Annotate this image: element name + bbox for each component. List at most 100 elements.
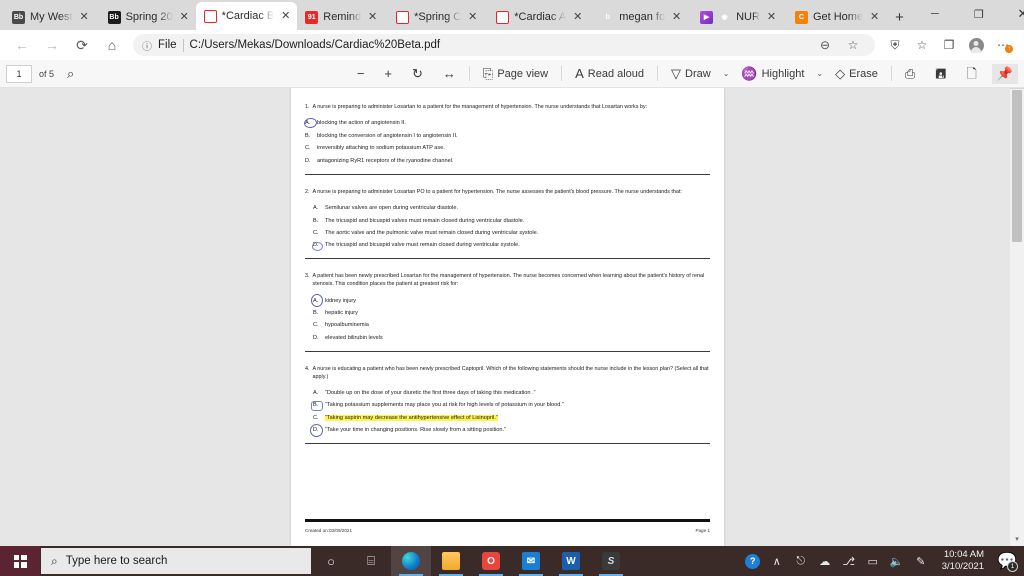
- tab-close-icon[interactable]: ✕: [765, 11, 778, 23]
- save-as-button[interactable]: 🗋: [961, 64, 981, 84]
- choice-item[interactable]: C. irreversibly attaching to sodium pota…: [305, 143, 710, 155]
- choice-item[interactable]: A. Semilunar valves are open during vent…: [313, 202, 710, 214]
- taskbar-app-office[interactable]: O: [471, 546, 511, 576]
- tab-close-icon[interactable]: ✕: [78, 11, 91, 23]
- browser-tab-7[interactable]: ▶ ◉ NUR ✕: [692, 4, 783, 30]
- forward-icon[interactable]: →: [38, 33, 66, 57]
- choice-item[interactable]: D. elevated bilirubin levels: [313, 332, 710, 344]
- choice-text: blocking the conversion of angiotensin I…: [317, 132, 458, 139]
- choice-item[interactable]: B. hepatic injury: [313, 307, 710, 319]
- choice-item[interactable]: A. kidney injury: [311, 293, 710, 307]
- cortana-icon[interactable]: ○: [311, 546, 351, 576]
- tab-close-icon[interactable]: ✕: [571, 11, 584, 23]
- zoom-out-icon[interactable]: ⊖: [812, 33, 838, 57]
- scroll-down-icon[interactable]: ▾: [1010, 532, 1024, 546]
- tracking-prevention-icon[interactable]: ⛨: [882, 33, 908, 57]
- browser-tab-6[interactable]: b megan fo ✕: [593, 4, 688, 30]
- choice-item[interactable]: A. blocking the action of angiotensin II…: [303, 117, 710, 130]
- page-number-input[interactable]: 1: [6, 64, 32, 83]
- taskbar-app-s[interactable]: S: [591, 546, 631, 576]
- clock[interactable]: 10:04 AM 3/10/2021: [934, 549, 992, 573]
- choice-label: A.: [313, 297, 319, 304]
- home-icon[interactable]: ⌂: [98, 33, 126, 57]
- choice-label: C.: [313, 229, 319, 236]
- choice-item[interactable]: D. “Take your time in changing positions…: [308, 422, 710, 438]
- taskbar-app-word[interactable]: W: [551, 546, 591, 576]
- erase-button[interactable]: ◇ Erase: [830, 64, 883, 84]
- settings-more-icon[interactable]: ⋯ ↑: [990, 33, 1016, 57]
- draw-button[interactable]: ▽ Draw: [666, 64, 716, 84]
- new-tab-button[interactable]: +: [886, 9, 913, 30]
- page-view-button[interactable]: ⎘ Page view: [478, 64, 553, 84]
- task-view-icon[interactable]: ⌸: [351, 546, 391, 576]
- choice-item[interactable]: C. hypoalbuminemia: [313, 320, 710, 332]
- favorites-icon[interactable]: ☆: [909, 33, 935, 57]
- start-button[interactable]: [0, 546, 40, 576]
- pdf-icon: PDF: [203, 9, 217, 23]
- browser-tab-8[interactable]: C Get Home ✕: [787, 4, 886, 30]
- app-s-icon: S: [602, 552, 620, 570]
- choice-item[interactable]: D. The tricuspid and bicuspid valve must…: [312, 240, 710, 252]
- tab-close-icon[interactable]: ✕: [279, 10, 292, 22]
- choice-item[interactable]: A. “Double up on the dose of your diuret…: [313, 387, 710, 399]
- choice-item[interactable]: D. antagonizing RyR1 receptors of the ry…: [305, 155, 710, 167]
- tray-overflow-icon[interactable]: ∧: [766, 546, 788, 576]
- tab-close-icon[interactable]: ✕: [366, 11, 379, 23]
- choice-item[interactable]: B. blocking the conversion of angiotensi…: [305, 130, 710, 142]
- choice-item[interactable]: B. The tricuspid and bicuspid valves mus…: [313, 215, 710, 227]
- address-input[interactable]: ⓘ File C:/Users/Mekas/Downloads/Cardiac%…: [133, 34, 875, 56]
- back-icon[interactable]: ←: [8, 33, 36, 57]
- choice-item[interactable]: B. “Taking potassium supplements may pla…: [311, 400, 710, 412]
- notification-center-button[interactable]: 💬 1: [994, 546, 1020, 576]
- profile-avatar[interactable]: [963, 33, 989, 57]
- taskbar-search-input[interactable]: ⌕ Type here to search: [41, 548, 311, 574]
- draw-options-chevron[interactable]: ⌄: [718, 64, 735, 84]
- choice-item[interactable]: C. “Taking aspirin may decrease the anti…: [313, 412, 710, 424]
- pin-toolbar-button[interactable]: 📌: [991, 63, 1018, 84]
- battery-icon[interactable]: ▭: [862, 546, 884, 576]
- browser-tab-3[interactable]: 91 Remind ✕: [297, 4, 384, 30]
- zoom-out-button[interactable]: −: [352, 64, 370, 84]
- info-icon: ⓘ: [142, 41, 152, 53]
- rotate-button[interactable]: ↻: [407, 64, 428, 84]
- taskbar-app-file-explorer[interactable]: [431, 546, 471, 576]
- browser-tab-4[interactable]: PDF *Spring C ✕: [388, 4, 484, 30]
- fit-page-button[interactable]: ↔: [438, 64, 461, 84]
- scrollbar-thumb[interactable]: [1012, 90, 1022, 242]
- add-favorite-icon[interactable]: ☆: [840, 33, 866, 57]
- browser-tab-1[interactable]: Bb Spring 20 ✕: [100, 4, 196, 30]
- taskbar-app-mail[interactable]: ✉: [511, 546, 551, 576]
- help-icon[interactable]: ?: [742, 546, 764, 576]
- close-window-button[interactable]: ✕: [1001, 0, 1024, 28]
- search-icon[interactable]: ⌕: [62, 64, 79, 84]
- microphone-icon[interactable]: ⎇: [838, 546, 860, 576]
- refresh-icon[interactable]: ⟳: [68, 33, 96, 57]
- display-icon[interactable]: ⎋: [790, 546, 812, 576]
- browser-tab-0[interactable]: Bb My West ✕: [4, 4, 96, 30]
- highlight-options-chevron[interactable]: ⌄: [811, 64, 828, 84]
- pen-icon[interactable]: ✎: [910, 546, 932, 576]
- save-button[interactable]: 🖪: [930, 64, 951, 84]
- tab-close-icon[interactable]: ✕: [670, 11, 683, 23]
- browser-tab-2-active[interactable]: PDF *Cardiac B ✕: [195, 2, 298, 30]
- highlight-icon: ♒: [741, 66, 758, 81]
- choice-text: The tricuspid and bicuspid valves must r…: [325, 217, 525, 224]
- onedrive-icon[interactable]: ☁: [814, 546, 836, 576]
- read-aloud-button[interactable]: A Read aloud: [570, 64, 649, 84]
- zoom-in-button[interactable]: +: [379, 64, 397, 84]
- print-button[interactable]: ⎙: [900, 64, 920, 84]
- clock-date: 3/10/2021: [941, 561, 984, 572]
- maximize-button[interactable]: ❐: [957, 0, 1001, 28]
- vertical-scrollbar[interactable]: ▾: [1010, 88, 1024, 546]
- tab-title: *Spring C: [414, 11, 462, 23]
- taskbar-app-edge[interactable]: [391, 546, 431, 576]
- volume-icon[interactable]: 🔈: [886, 546, 908, 576]
- highlight-button[interactable]: ♒ Highlight: [736, 64, 809, 84]
- minimize-button[interactable]: ─: [913, 0, 957, 28]
- tab-close-icon[interactable]: ✕: [466, 11, 479, 23]
- browser-tab-5[interactable]: PDF *Cardiac A ✕: [488, 4, 589, 30]
- tab-close-icon[interactable]: ✕: [868, 11, 881, 23]
- tab-close-icon[interactable]: ✕: [178, 11, 191, 23]
- collections-icon[interactable]: ❐: [936, 33, 962, 57]
- choice-item[interactable]: C. The aortic valve and the pulmonic val…: [313, 227, 710, 239]
